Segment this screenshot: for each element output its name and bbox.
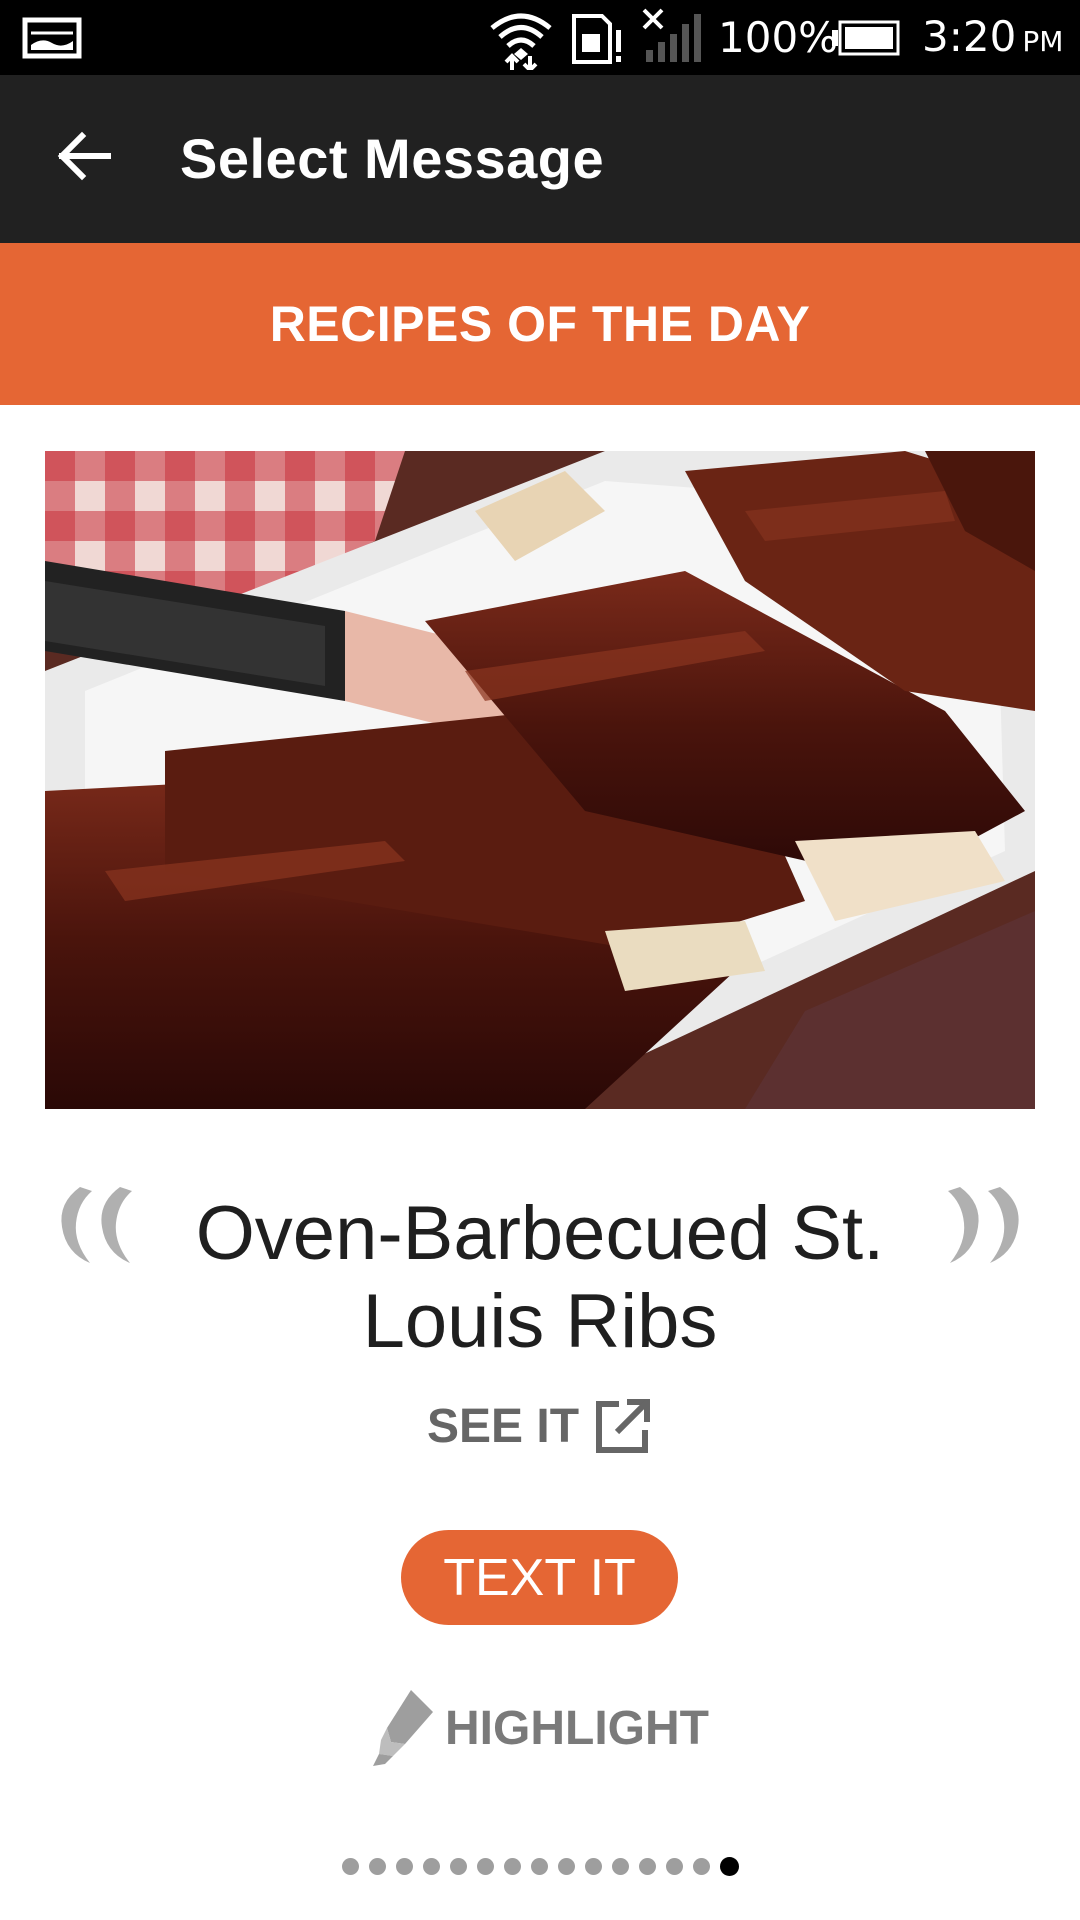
recipes-banner: RECIPES OF THE DAY [0, 243, 1080, 405]
app-bar: Select Message [0, 75, 1080, 243]
clock-time: 3:20 [922, 12, 1017, 61]
recipe-title: Oven-Barbecued St. Louis Ribs [195, 1191, 885, 1364]
signal-icon [642, 8, 701, 62]
page-dot-active[interactable] [719, 1856, 739, 1876]
page-dot[interactable] [611, 1857, 629, 1875]
text-it-button[interactable]: TEXT IT [401, 1530, 678, 1625]
page-dot[interactable] [341, 1857, 359, 1875]
notification-image-icon [22, 17, 82, 59]
see-it-link[interactable]: SEE IT [0, 1396, 1080, 1456]
page-dot[interactable] [395, 1857, 413, 1875]
page-dot[interactable] [368, 1857, 386, 1875]
page-dot[interactable] [584, 1857, 602, 1875]
banner-title: RECIPES OF THE DAY [269, 296, 811, 352]
page-indicator [0, 1856, 1080, 1876]
status-bar: 100% 3:20 PM [0, 0, 1080, 75]
ribs-photo [45, 451, 1035, 1109]
arrow-left-icon[interactable] [56, 131, 112, 181]
highlighter-icon [373, 1690, 433, 1766]
page-dot[interactable] [422, 1857, 440, 1875]
open-quote-icon [61, 1187, 132, 1263]
page-title: Select Message [180, 127, 605, 190]
battery-icon [832, 20, 900, 56]
external-link-icon [596, 1399, 651, 1453]
recipe-image [45, 451, 1035, 1109]
sd-card-alert-icon [572, 14, 621, 64]
battery-percent: 100% [718, 13, 839, 62]
wifi-icon [490, 13, 552, 70]
page-dot[interactable] [665, 1857, 683, 1875]
highlight-button[interactable]: HIGHLIGHT [0, 1688, 1080, 1768]
see-it-label: SEE IT [426, 1399, 580, 1453]
page-dot[interactable] [503, 1857, 521, 1875]
page-dot[interactable] [530, 1857, 548, 1875]
highlight-label: HIGHLIGHT [445, 1701, 709, 1755]
page-dot[interactable] [638, 1857, 656, 1875]
clock: 3:20 PM [922, 12, 1063, 67]
page-dot[interactable] [449, 1857, 467, 1875]
page-dot[interactable] [476, 1857, 494, 1875]
clock-ampm: PM [1022, 25, 1064, 58]
page-dot[interactable] [692, 1857, 710, 1875]
close-quote-icon [948, 1187, 1019, 1263]
page-dot[interactable] [557, 1857, 575, 1875]
